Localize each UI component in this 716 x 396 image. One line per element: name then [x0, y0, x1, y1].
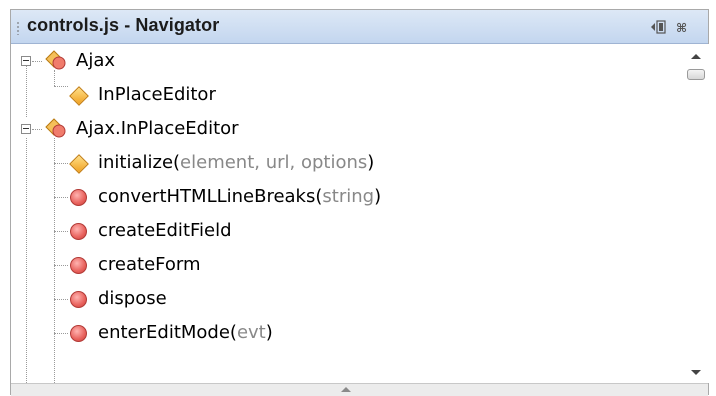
scroll-down-arrow-icon[interactable] — [691, 370, 701, 375]
node-label: InPlaceEditor — [98, 84, 216, 105]
tree-node-ajax-inplaceeditor[interactable]: Ajax.InPlaceEditor — [11, 112, 683, 146]
tree-node-entereditmode[interactable]: enterEditMode(evt) — [11, 316, 683, 350]
node-label: Ajax — [76, 50, 115, 71]
drag-grip-icon[interactable] — [17, 21, 19, 35]
method-params: evt — [236, 322, 266, 343]
node-label: enterEditMode(evt) — [98, 322, 273, 343]
tree-node-initialize[interactable]: initialize(element, url, options) — [11, 146, 683, 180]
collapse-toggle-icon[interactable] — [21, 124, 31, 134]
method-close-paren: ) — [374, 186, 382, 207]
class-icon — [45, 118, 66, 138]
node-label: initialize(element, url, options) — [98, 152, 374, 173]
expand-up-arrow-icon[interactable] — [341, 387, 351, 392]
method-icon — [70, 257, 87, 274]
tree-node-createeditfield[interactable]: createEditField — [11, 214, 683, 248]
class-icon — [45, 50, 66, 70]
node-label: createEditField — [98, 220, 232, 241]
method-name: initialize( — [98, 152, 181, 173]
node-label: createForm — [98, 254, 201, 275]
restore-window-icon[interactable] — [650, 20, 666, 34]
node-label: Ajax.InPlaceEditor — [76, 118, 239, 139]
method-icon — [70, 223, 87, 240]
window-title: controls.js - Navigator — [27, 15, 220, 35]
node-label: dispose — [98, 288, 167, 309]
bottom-collapse-bar[interactable] — [11, 383, 708, 396]
tree-node-createform[interactable]: createForm — [11, 248, 683, 282]
method-params: string — [322, 186, 375, 207]
method-name: convertHTMLLineBreaks( — [98, 186, 323, 207]
method-close-paren: ) — [265, 322, 273, 343]
method-icon — [70, 189, 87, 206]
scrollbar-thumb[interactable] — [687, 69, 705, 80]
field-diamond-icon — [69, 154, 89, 174]
collapse-toggle-icon[interactable] — [21, 56, 31, 66]
navigator-tree: Ajax InPlaceEditor Ajax.InPlaceEditor in… — [11, 44, 683, 383]
node-label: convertHTMLLineBreaks(string) — [98, 186, 381, 207]
tree-node-dispose[interactable]: dispose — [11, 282, 683, 316]
method-icon — [70, 325, 87, 342]
navigator-titlebar[interactable]: controls.js - Navigator ⌘ — [11, 10, 708, 44]
method-icon — [70, 291, 87, 308]
method-params: element, url, options — [180, 152, 368, 173]
method-close-paren: ) — [367, 152, 375, 173]
tree-node-ajax[interactable]: Ajax — [11, 44, 683, 78]
field-diamond-icon — [69, 86, 89, 106]
close-icon[interactable]: ⌘ — [676, 21, 687, 35]
scroll-up-arrow-icon[interactable] — [691, 54, 701, 59]
vertical-scrollbar[interactable] — [683, 44, 709, 383]
navigator-panel: controls.js - Navigator ⌘ Ajax InPlaceEd… — [10, 9, 709, 396]
method-name: enterEditMode( — [98, 322, 237, 343]
tree-node-inplaceeditor[interactable]: InPlaceEditor — [11, 78, 683, 112]
tree-node-converthtmllinebreaks[interactable]: convertHTMLLineBreaks(string) — [11, 180, 683, 214]
